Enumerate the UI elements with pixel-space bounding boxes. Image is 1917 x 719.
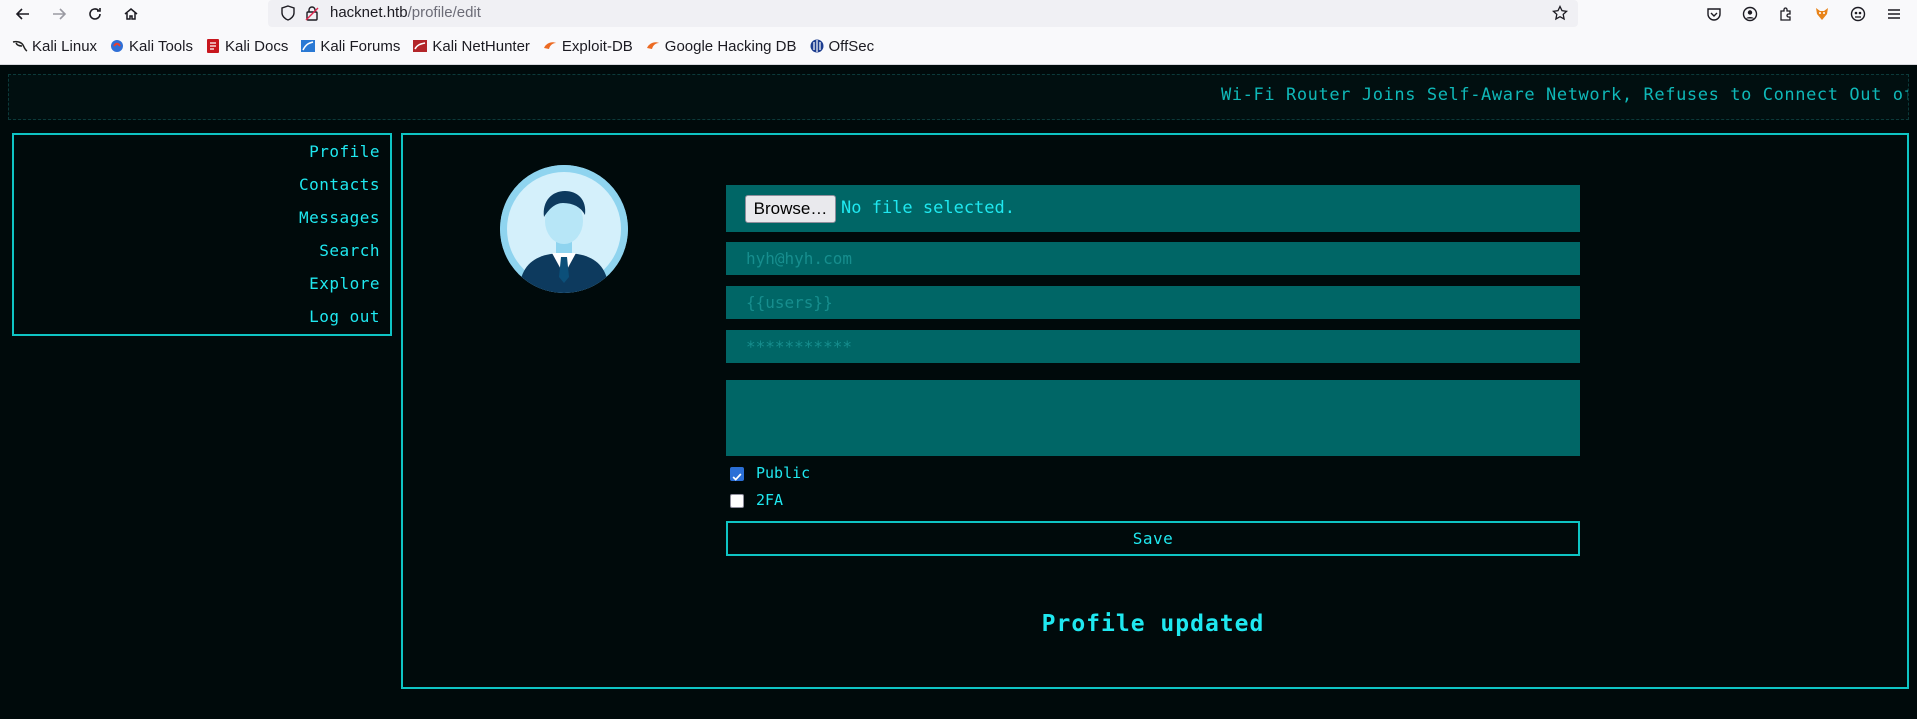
bookmark-offsec[interactable]: OffSec <box>809 37 875 55</box>
arrow-right-icon <box>53 8 67 20</box>
ticker-headline: Wi-Fi Router Joins Self-Aware Network, R… <box>1221 85 1909 105</box>
offsec-icon <box>810 39 824 53</box>
address-bar[interactable]: hacknet.htb/profile/edit <box>268 0 1578 27</box>
bookmark-kali-forums[interactable]: Kali Forums <box>300 38 400 55</box>
browse-button[interactable]: Browse… <box>745 195 836 223</box>
url-text: hacknet.htb/profile/edit <box>330 4 481 21</box>
arrow-left-icon <box>15 8 29 20</box>
reload-icon <box>89 8 101 20</box>
bookmark-label: Google Hacking DB <box>664 37 797 55</box>
exploit-db-icon <box>543 42 556 49</box>
bookmarks-bar: Kali Linux Kali Tools Kali Docs Kali For… <box>0 28 1917 65</box>
account-button[interactable] <box>1740 4 1760 24</box>
sidebar-item-explore[interactable]: Explore <box>309 274 380 293</box>
url-host: hacknet.htb <box>330 4 408 21</box>
kali-docs-icon <box>206 39 219 53</box>
avatar-upload-field: Browse… No file selected. <box>726 185 1580 232</box>
bookmark-label: Kali Linux <box>32 37 98 55</box>
kali-nethunter-icon <box>413 40 428 52</box>
file-status-text: No file selected. <box>841 198 1015 218</box>
twofa-checkbox[interactable] <box>730 494 744 508</box>
public-label: Public <box>756 464 811 482</box>
hamburger-menu-icon <box>1888 9 1900 19</box>
ghdb-icon <box>646 42 659 49</box>
pocket-button[interactable] <box>1704 4 1724 24</box>
bookmark-kali-linux[interactable]: Kali Linux <box>12 38 97 55</box>
account-icon <box>1742 6 1758 22</box>
bookmark-label: Exploit-DB <box>561 37 633 55</box>
sidebar-nav: Profile Contacts Messages Search Explore… <box>12 133 392 336</box>
bookmark-label: OffSec <box>828 37 875 55</box>
app-menu-button[interactable] <box>1884 4 1904 24</box>
home-button[interactable] <box>120 3 142 25</box>
kali-tools-icon <box>111 40 124 52</box>
bookmark-label: Kali Docs <box>224 37 289 55</box>
reload-button[interactable] <box>84 3 106 25</box>
browser-toolbar: hacknet.htb/profile/edit <box>0 0 1917 28</box>
kali-forums-icon <box>301 40 316 52</box>
sidebar-item-messages[interactable]: Messages <box>299 208 380 227</box>
puzzle-icon <box>1780 7 1791 21</box>
status-message: Profile updated <box>1041 611 1265 637</box>
bookmark-kali-docs[interactable]: Kali Docs <box>205 38 288 55</box>
forward-button[interactable] <box>48 3 70 25</box>
kali-dragon-icon <box>12 40 28 52</box>
bookmark-exploit-db[interactable]: Exploit-DB <box>542 38 633 55</box>
home-icon <box>124 8 138 20</box>
extensions-button[interactable] <box>1776 4 1796 24</box>
sidebar-item-search[interactable]: Search <box>319 241 380 260</box>
bookmark-star-icon[interactable] <box>1552 5 1568 21</box>
bookmark-kali-nethunter[interactable]: Kali NetHunter <box>412 38 530 55</box>
bookmark-label: Kali Tools <box>129 37 193 55</box>
back-button[interactable] <box>12 3 34 25</box>
insecure-lock-icon[interactable] <box>304 5 320 21</box>
foxyproxy-button[interactable] <box>1812 4 1832 24</box>
pocket-icon <box>1707 8 1721 21</box>
fox-icon <box>1816 8 1828 20</box>
username-field[interactable] <box>726 286 1580 319</box>
password-field[interactable] <box>726 330 1580 363</box>
sidebar-item-logout[interactable]: Log out <box>309 307 380 326</box>
bookmark-label: Kali NetHunter <box>432 37 530 55</box>
bookmark-label: Kali Forums <box>320 37 401 55</box>
email-field[interactable] <box>726 242 1580 275</box>
bookmark-kali-tools[interactable]: Kali Tools <box>109 38 193 55</box>
businessman-avatar-icon <box>500 165 628 293</box>
url-path: /profile/edit <box>407 4 481 21</box>
twofa-label: 2FA <box>756 491 784 509</box>
profile-avatar <box>500 165 628 293</box>
sidebar-item-contacts[interactable]: Contacts <box>299 175 380 194</box>
save-button[interactable]: Save <box>726 521 1580 556</box>
shield-icon[interactable] <box>280 5 296 21</box>
bookmark-google-hacking-db[interactable]: Google Hacking DB <box>645 38 797 55</box>
checkmark-icon <box>732 473 742 481</box>
news-ticker: Wi-Fi Router Joins Self-Aware Network, R… <box>8 74 1909 120</box>
sidebar-item-profile[interactable]: Profile <box>309 142 380 161</box>
gauge-icon <box>1850 6 1866 22</box>
bio-textarea[interactable] <box>726 380 1580 456</box>
wappalyzer-button[interactable] <box>1848 4 1868 24</box>
public-checkbox[interactable] <box>730 467 744 481</box>
